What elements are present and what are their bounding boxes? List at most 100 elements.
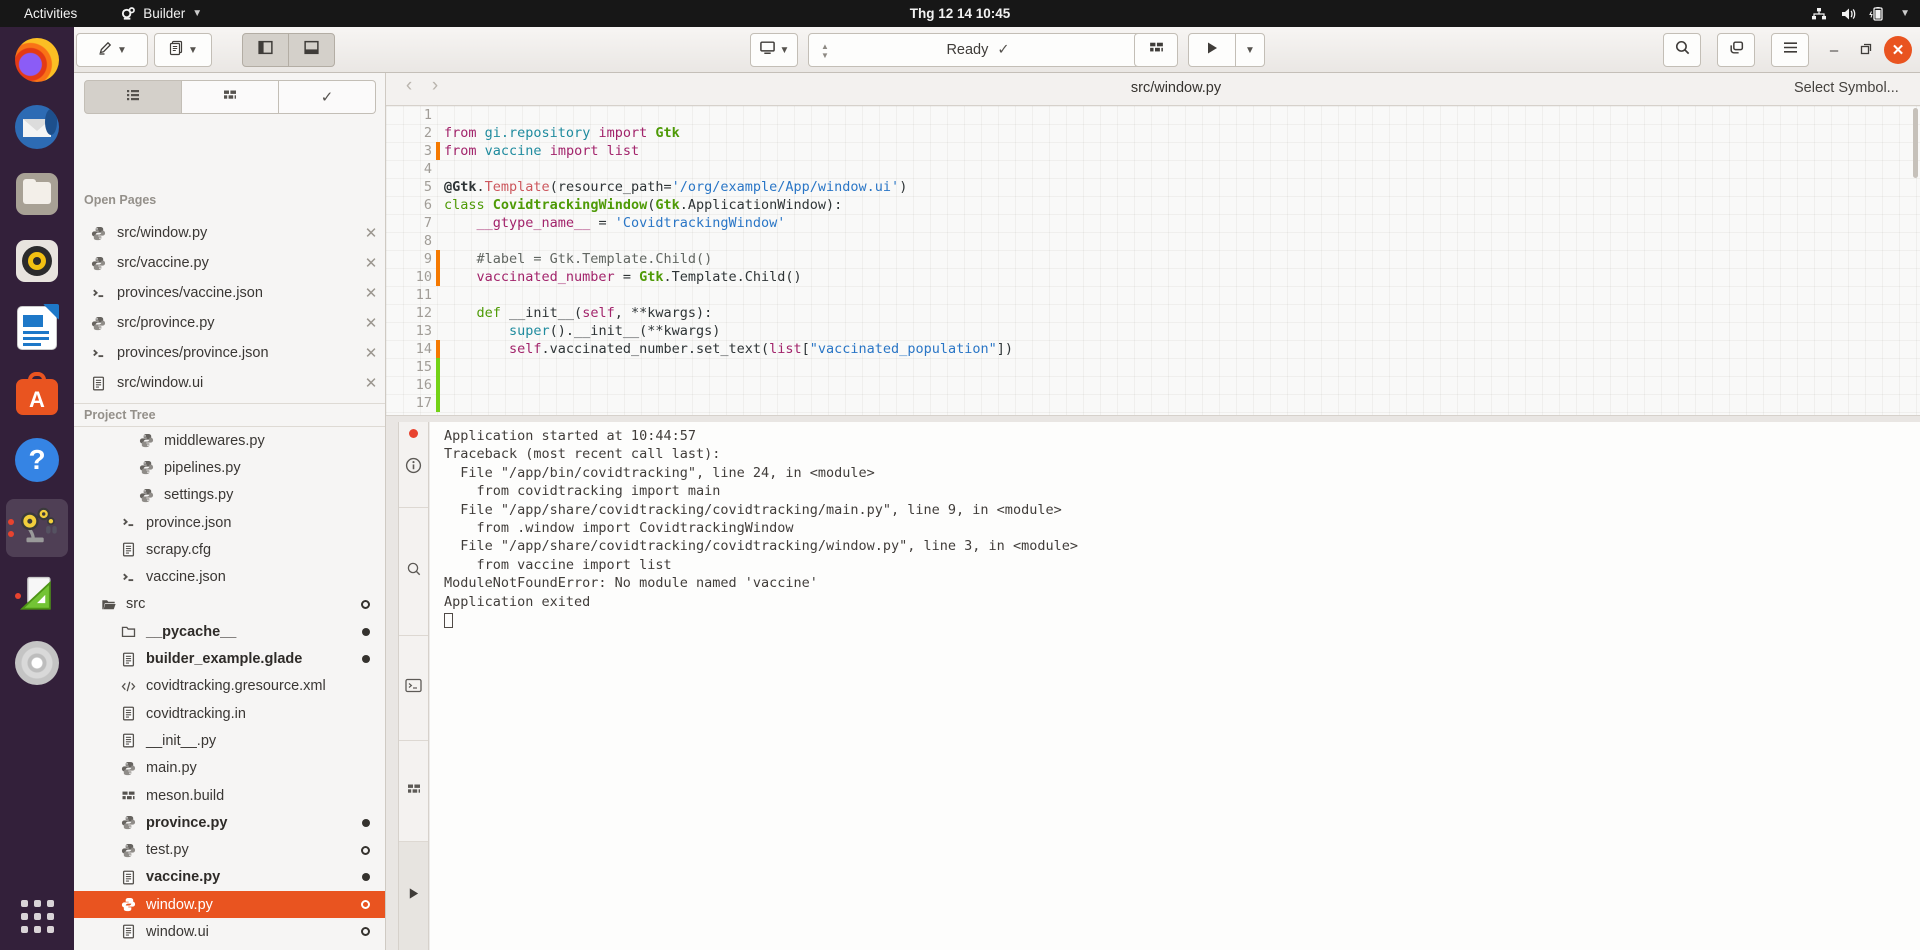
tab-terminal[interactable] [399,636,428,741]
tree-item--pycache-[interactable]: __pycache__ [74,618,385,645]
tree-item-pipelines-py[interactable]: pipelines.py [74,454,385,481]
omnibar-build-status[interactable]: ▲ ▼ Ready ✓ [808,33,1148,67]
tree-item-covidtracking-gresource-xml[interactable]: covidtracking.gresource.xml [74,673,385,700]
dock-item-glade[interactable] [13,572,61,620]
monitor-icon [759,39,776,61]
dock-item-files[interactable] [13,170,61,218]
close-icon[interactable]: ✕ [356,254,385,272]
tree-item-vaccine-json[interactable]: vaccine.json [74,563,385,590]
tab-build-pipeline[interactable] [182,80,279,114]
code-line-12[interactable]: 12 def __init__(self, **kwargs): [386,304,1920,322]
nav-back-icon[interactable]: ‹ [398,75,420,97]
run-button[interactable] [1188,33,1236,67]
panel-splitter[interactable] [386,415,1920,422]
tree-item-vaccine-py[interactable]: vaccine.py [74,864,385,891]
new-workspace-button[interactable] [1717,33,1755,67]
dock-item-disc[interactable] [13,639,61,687]
terminal-line: from .window import CovidtrackingWindow [444,520,794,537]
tree-item-middlewares-py[interactable]: middlewares.py [74,427,385,454]
volume-icon [1840,7,1856,21]
tree-item-window-ui[interactable]: window.ui [74,918,385,945]
dock-item-builder[interactable] [6,499,68,557]
open-page-item[interactable]: src/vaccine.py ✕ [74,248,385,278]
build-button[interactable] [1134,33,1178,67]
code-editor[interactable]: 1 2 from gi.repository import Gtk 3 from vac… [386,106,1920,415]
select-symbol-button[interactable]: Select Symbol... [1794,80,1899,96]
run-options-button[interactable]: ▼ [1235,33,1265,67]
code-line-6[interactable]: 6 class CovidtrackingWindow(Gtk.Applicati… [386,196,1920,214]
tree-item--init-py[interactable]: __init__.py [74,727,385,754]
dock-item-rhythmbox[interactable] [13,237,61,285]
code-line-2[interactable]: 2 from gi.repository import Gtk [386,124,1920,142]
close-icon[interactable]: ✕ [356,284,385,302]
close-button[interactable]: ✕ [1884,36,1912,64]
tree-item-province-py[interactable]: province.py [74,809,385,836]
tree-item-main-py[interactable]: main.py [74,755,385,782]
change-badge [361,927,370,937]
tab-project-tree[interactable] [84,80,182,114]
code-line-14[interactable]: 14 self.vaccinated_number.set_text(list[… [386,340,1920,358]
open-page-item[interactable]: src/window.py ✕ [74,218,385,248]
code-line-16[interactable]: 16 [386,376,1920,394]
code-line-4[interactable]: 4 [386,160,1920,178]
code-line-15[interactable]: 15 [386,358,1920,376]
tree-item-settings-py[interactable]: settings.py [74,482,385,509]
tab-build-log[interactable] [399,741,428,842]
shell-status-area[interactable]: ▼ [1811,0,1910,27]
dock-show-applications-button[interactable] [13,892,61,940]
dock-item-ubuntu-software[interactable]: A [13,370,61,418]
restore-button[interactable] [1852,36,1880,64]
minimize-button[interactable]: – [1820,36,1848,64]
code-text: super().__init__(**kwargs) [509,323,721,339]
tree-item-builder-example-glade[interactable]: builder_example.glade [74,645,385,672]
tree-item-windowtest-py[interactable]: windowtest.py [74,946,385,950]
close-icon[interactable]: ✕ [356,224,385,242]
search-button[interactable] [1663,33,1701,67]
tree-item-covidtracking-in[interactable]: covidtracking.in [74,700,385,727]
tree-item-src[interactable]: src [74,591,385,618]
edit-mode-button[interactable]: ▼ [76,33,148,67]
tree-item-test-py[interactable]: test.py [74,836,385,863]
code-line-1[interactable]: 1 [386,106,1920,124]
tab-todo[interactable]: ✓ [279,80,376,114]
open-page-item[interactable]: provinces/vaccine.json ✕ [74,278,385,308]
terminal-line: from vaccine import list [444,556,672,573]
running-indicator [15,593,21,599]
open-page-item[interactable]: src/province.py ✕ [74,308,385,338]
code-line-9[interactable]: 9 #label = Gtk.Template.Child() [386,250,1920,268]
code-line-13[interactable]: 13 super().__init__(**kwargs) [386,322,1920,340]
close-icon[interactable]: ✕ [356,314,385,332]
tree-item-label: window.ui [146,923,209,940]
code-line-7[interactable]: 7 __gtype_name__ = 'CovidtrackingWindow' [386,214,1920,232]
run-output-terminal[interactable]: Application started at 10:44:57 Traceback… [430,422,1920,950]
documents-menu-button[interactable]: ▼ [154,33,212,67]
code-line-10[interactable]: 10 vaccinated_number = Gtk.Template.Chil… [386,268,1920,286]
tree-item-meson-build[interactable]: meson.build [74,782,385,809]
code-line-11[interactable]: 11 [386,286,1920,304]
close-icon[interactable]: ✕ [356,344,385,362]
code-line-17[interactable]: 17 [386,394,1920,412]
tree-item-province-json[interactable]: province.json [74,509,385,536]
toggle-left-panel-button[interactable] [242,33,289,67]
tab-search[interactable] [399,508,428,636]
tree-item-window-py[interactable]: window.py [74,891,385,919]
tab-run-output[interactable] [399,842,428,950]
open-page-item[interactable]: provinces/province.json ✕ [74,338,385,368]
toggle-bottom-panel-button[interactable] [288,33,335,67]
close-icon[interactable]: ✕ [356,374,385,392]
shell-clock[interactable]: Thg 12 14 10:45 [0,6,1920,21]
dock-item-firefox[interactable] [13,36,61,84]
code-line-5[interactable]: 5 @Gtk.Template(resource_path='/org/examp… [386,178,1920,196]
dock-item-help[interactable]: ? [13,436,61,484]
dock-item-libreoffice-impress[interactable] [13,304,61,352]
menu-button[interactable] [1771,33,1809,67]
editor-scrollbar[interactable] [1913,108,1918,178]
tree-item-scrapy-cfg[interactable]: scrapy.cfg [74,536,385,563]
tab-output[interactable] [399,422,428,508]
code-line-8[interactable]: 8 [386,232,1920,250]
code-line-3[interactable]: 3 from vaccine import list [386,142,1920,160]
open-page-item[interactable]: src/window.ui ✕ [74,368,385,398]
nav-forward-icon[interactable]: › [424,75,446,97]
device-selector-button[interactable]: ▼ [750,33,798,67]
dock-item-thunderbird[interactable] [13,103,61,151]
